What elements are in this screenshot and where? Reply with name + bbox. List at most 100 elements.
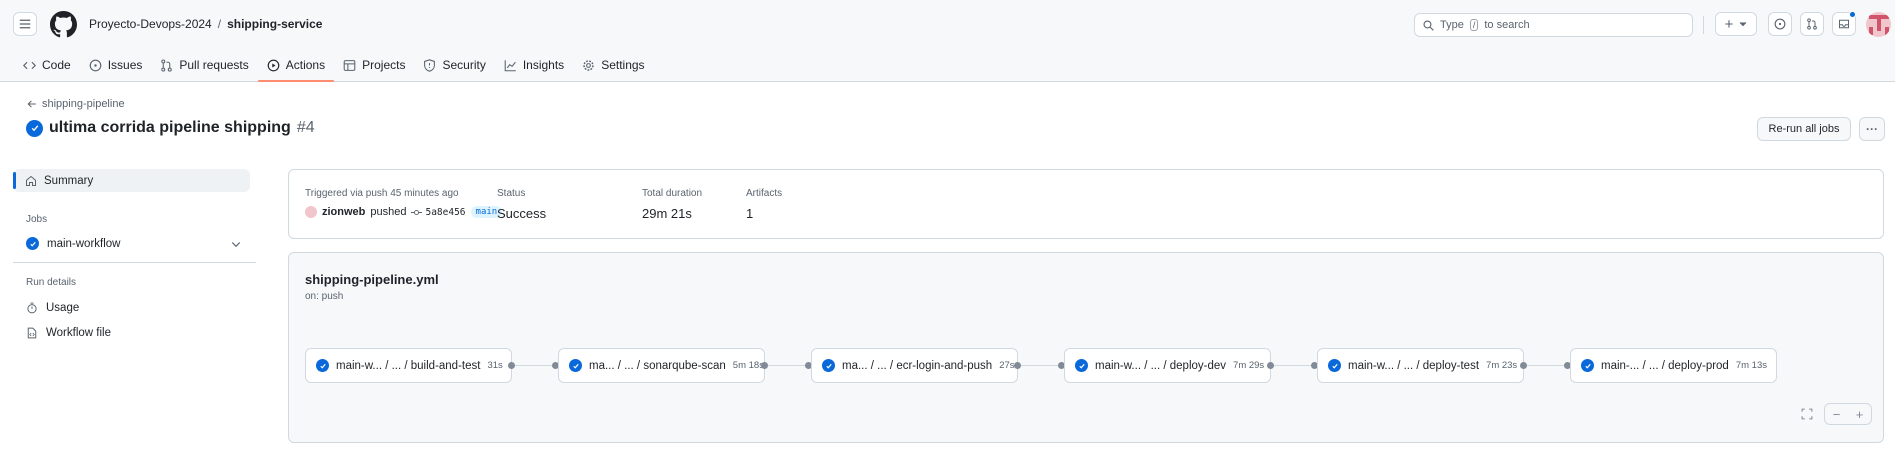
job-connector-line <box>1274 365 1314 366</box>
back-link[interactable]: shipping-pipeline <box>27 98 125 110</box>
zoom-out-button[interactable]: − <box>1833 407 1841 422</box>
tab-actions[interactable]: Actions <box>257 52 335 82</box>
success-check-icon <box>569 359 582 372</box>
back-link-label: shipping-pipeline <box>42 98 125 110</box>
run-number: #4 <box>296 119 315 136</box>
inbox-icon <box>1839 19 1849 29</box>
job-node-deploy-dev[interactable]: main-w... / ... / deploy-dev 7m 29s <box>1064 348 1271 383</box>
arrow-left-icon <box>27 100 36 108</box>
tab-pull-requests[interactable]: Pull requests <box>151 52 257 78</box>
sidebar-summary-label: Summary <box>44 174 94 187</box>
job-connector-dot <box>508 362 515 369</box>
job-connector-dot <box>1520 362 1527 369</box>
issue-icon <box>89 59 102 71</box>
search-shortcut-key: / <box>1469 19 1479 31</box>
zoom-in-button[interactable]: + <box>1856 407 1864 422</box>
user-avatar[interactable] <box>305 206 317 218</box>
plus-icon: + <box>1724 15 1734 33</box>
more-options-button[interactable]: ··· <box>1859 117 1885 141</box>
job-node-build-and-test[interactable]: main-w... / ... / build-and-test 31s <box>305 348 512 383</box>
success-check-icon <box>822 359 835 372</box>
workflow-trigger: on: push <box>305 291 344 302</box>
sidebar-item-usage[interactable]: Usage <box>26 302 79 314</box>
tab-issues[interactable]: Issues <box>80 52 152 78</box>
trigger-details: zionweb pushed 5a8e456 main <box>305 206 503 218</box>
job-name: main-w... / ... / deploy-dev <box>1095 359 1227 372</box>
commit-sha-text: 5a8e456 <box>425 206 466 218</box>
tab-label: Actions <box>285 58 326 72</box>
jobs-heading: Jobs <box>26 214 48 225</box>
tab-insights[interactable]: Insights <box>495 52 573 78</box>
sidebar-item-workflow-file[interactable]: Workflow file <box>26 327 111 339</box>
search-input[interactable]: Type / to search <box>1414 13 1693 37</box>
tab-label: Projects <box>362 58 406 72</box>
success-check-icon <box>26 237 39 250</box>
sidebar-item-main-workflow[interactable]: main-workflow <box>26 237 121 250</box>
search-prefix: Type <box>1440 19 1464 31</box>
workflow-graph: shipping-pipeline.yml on: push main-w...… <box>288 252 1884 443</box>
run-details-heading: Run details <box>26 277 77 288</box>
git-commit-icon <box>411 209 423 215</box>
success-check-icon <box>1328 359 1341 372</box>
issues-button[interactable] <box>1768 12 1792 36</box>
tab-security[interactable]: Security <box>414 52 494 78</box>
job-node-ecr-login-and-push[interactable]: ma... / ... / ecr-login-and-push 27s <box>811 348 1018 383</box>
status-label: Status <box>497 188 526 199</box>
tab-label: Issues <box>107 58 143 72</box>
job-node-sonarqube-scan[interactable]: ma... / ... / sonarqube-scan 5m 18s <box>558 348 765 383</box>
file-code-icon <box>27 327 37 339</box>
rerun-all-jobs-button[interactable]: Re-run all jobs <box>1757 117 1851 141</box>
gear-icon <box>583 59 594 71</box>
job-name: main-... / ... / deploy-prod <box>1601 359 1729 372</box>
pull-request-icon <box>161 58 173 72</box>
page-title: ultima corrida pipeline shipping #4 <box>26 119 315 137</box>
stopwatch-icon <box>27 302 37 314</box>
sidebar-item-summary[interactable]: Summary <box>13 169 250 192</box>
success-check-icon <box>1075 359 1088 372</box>
tab-projects[interactable]: Projects <box>334 52 414 78</box>
tab-code[interactable]: Code <box>14 52 80 78</box>
tab-settings[interactable]: Settings <box>573 52 653 78</box>
job-duration: 7m 13s <box>1735 360 1767 371</box>
home-icon <box>26 175 36 186</box>
repo-nav-tabs: Code Issues Pull requests Actions Projec… <box>14 52 654 82</box>
tab-label: Insights <box>522 58 565 72</box>
screen-full-icon <box>1801 408 1813 420</box>
artifacts-value[interactable]: 1 <box>746 206 753 221</box>
tab-label: Pull requests <box>179 58 249 72</box>
fullscreen-button[interactable] <box>1796 403 1818 425</box>
user-avatar[interactable] <box>1866 12 1891 37</box>
job-duration: 27s <box>999 360 1015 371</box>
triggered-label: Triggered via push 45 minutes ago <box>305 188 459 199</box>
success-check-icon <box>26 119 43 137</box>
repo-link[interactable]: shipping-service <box>227 17 322 31</box>
commit-sha[interactable]: 5a8e456 <box>411 206 466 218</box>
tab-label: Settings <box>601 58 645 72</box>
hamburger-icon <box>19 19 31 29</box>
job-connector-dot <box>761 362 768 369</box>
github-logo-icon[interactable] <box>50 11 77 38</box>
job-duration: 7m 29s <box>1233 360 1265 371</box>
caret-down-icon <box>1740 22 1747 27</box>
job-duration: 7m 23s <box>1486 360 1518 371</box>
workflow-file-name: shipping-pipeline.yml <box>305 272 439 287</box>
code-icon <box>23 61 36 69</box>
job-node-deploy-prod[interactable]: main-... / ... / deploy-prod 7m 13s <box>1570 348 1777 383</box>
owner-link[interactable]: Proyecto-Devops-2024 <box>89 17 212 31</box>
table-icon <box>343 59 356 71</box>
sidebar-divider <box>13 262 256 263</box>
run-summary-card: Triggered via push 45 minutes ago zionwe… <box>288 169 1884 239</box>
success-check-icon <box>1581 359 1594 372</box>
create-new-button[interactable]: + <box>1715 12 1757 36</box>
pull-requests-button[interactable] <box>1800 12 1824 36</box>
job-connector-dot <box>1267 362 1274 369</box>
success-check-icon <box>316 359 329 372</box>
graph-icon <box>504 59 516 71</box>
pull-request-icon <box>1807 18 1817 30</box>
job-node-deploy-test[interactable]: main-w... / ... / deploy-test 7m 23s <box>1317 348 1524 383</box>
breadcrumb: Proyecto-Devops-2024 / shipping-service <box>89 17 322 31</box>
job-connector-line <box>768 365 808 366</box>
user-link[interactable]: zionweb <box>322 206 365 218</box>
menu-button[interactable] <box>13 12 37 36</box>
chevron-down-icon[interactable] <box>230 238 242 250</box>
